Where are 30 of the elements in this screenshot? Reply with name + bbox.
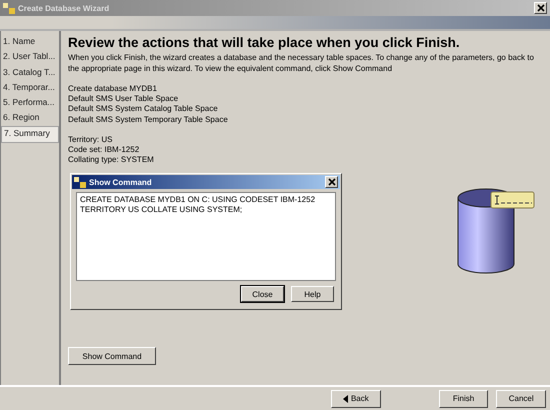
action-line: Default SMS System Temporary Table Space bbox=[68, 114, 229, 125]
step-item[interactable]: 2. User Tabl... bbox=[1, 49, 59, 65]
action-line: Create database MYDB1 bbox=[68, 84, 158, 94]
app-icon bbox=[3, 2, 15, 14]
step-item[interactable]: 7. Summary bbox=[1, 126, 59, 144]
cancel-button[interactable]: Cancel bbox=[496, 390, 546, 408]
setting-line: Code set: IBM-1252 bbox=[68, 145, 140, 156]
close-button[interactable]: Close bbox=[241, 286, 284, 302]
step-item[interactable]: 1. Name bbox=[1, 34, 59, 50]
action-line: Default SMS User Table Space bbox=[68, 94, 180, 104]
step-item[interactable]: 5. Performa... bbox=[1, 95, 59, 110]
window-title: Create Database Wizard bbox=[18, 4, 110, 12]
back-arrow-icon bbox=[342, 394, 348, 402]
app-icon bbox=[74, 176, 86, 188]
close-button[interactable] bbox=[534, 2, 547, 14]
show-command-button[interactable]: Show Command bbox=[68, 347, 156, 365]
setting-line: Territory: US bbox=[68, 134, 114, 146]
help-button[interactable]: Help bbox=[291, 286, 334, 302]
back-button[interactable]: Back bbox=[331, 390, 381, 408]
close-button[interactable] bbox=[325, 176, 338, 188]
step-item[interactable]: 3. Catalog T... bbox=[1, 64, 59, 80]
setting-line: Collating type: SYSTEM bbox=[68, 155, 155, 166]
finish-button[interactable]: Finish bbox=[438, 390, 488, 408]
action-line: Default SMS System Catalog Table Space bbox=[68, 104, 219, 115]
intro-text: When you click Finish, the wizard creates a database and the necessary table spaces. To change any of the parameters, go back to the appropriate page in this wizard. To view the equivalent command, click Show Command bbox=[68, 53, 535, 74]
dialog-title: Show Command bbox=[89, 178, 152, 186]
page-heading: Review the actions that will take place when you click Finish. bbox=[68, 34, 461, 51]
step-item[interactable]: 4. Temporar... bbox=[1, 80, 59, 96]
command-text-area[interactable]: CREATE DATABASE MYDB1 ON C: USING CODESET IBM-1252 TERRITORY US COLLATE USING SYSTEM; bbox=[76, 192, 336, 281]
step-item[interactable]: 6. Region bbox=[1, 110, 59, 126]
